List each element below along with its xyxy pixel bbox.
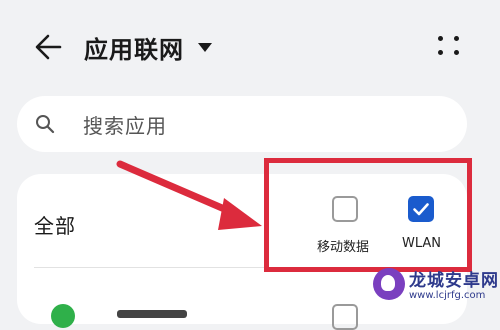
more-options-button[interactable] [432,30,468,66]
page-title: 应用联网 [84,36,184,64]
app-name [117,310,187,318]
search-placeholder: 搜索应用 [83,114,167,138]
watermark-name: 龙城安卓网 [409,271,499,291]
watermark: 龙城安卓网 www.lcjrfg.com [365,262,500,310]
app-header: 应用联网 [0,0,500,92]
more-dots-icon-dot [438,50,443,55]
more-dots-icon-dot [454,36,459,41]
watermark-url: www.lcjrfg.com [409,290,486,301]
more-dots-icon [438,36,443,41]
app-icon [51,304,75,328]
back-button[interactable] [30,28,68,66]
arrow-left-icon [35,34,62,60]
triangle-down-icon [198,43,212,52]
search-icon [36,115,55,134]
title-dropdown[interactable]: 应用联网 [84,30,212,65]
watermark-logo-icon [373,268,405,300]
more-dots-icon-dot [454,50,459,55]
highlight-box [264,158,472,272]
search-input[interactable]: 搜索应用 [17,96,467,152]
all-apps-label: 全部 [34,214,76,238]
app-mobile-data-checkbox[interactable] [332,304,358,330]
